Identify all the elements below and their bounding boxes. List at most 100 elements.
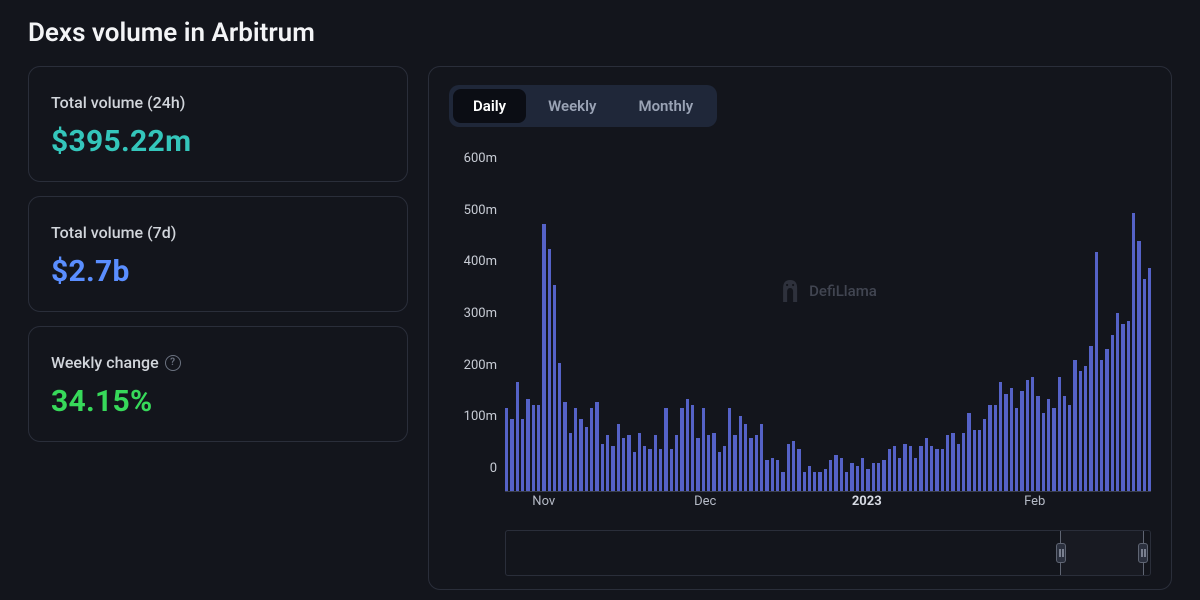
bar[interactable] [739,416,742,491]
bar[interactable] [760,424,763,491]
bar[interactable] [935,449,938,491]
bar[interactable] [903,444,906,491]
bar[interactable] [967,413,970,491]
bar[interactable] [1127,321,1130,491]
bar[interactable] [712,433,715,491]
bar[interactable] [1073,360,1076,491]
bar[interactable] [595,402,598,491]
bar[interactable] [845,472,848,491]
bar[interactable] [781,472,784,491]
bar[interactable] [601,444,604,491]
bar[interactable] [898,458,901,491]
bar[interactable] [638,433,641,491]
bar[interactable] [1015,408,1018,492]
bar[interactable] [877,463,880,491]
bar[interactable] [680,408,683,492]
bar[interactable] [999,382,1002,491]
bar[interactable] [574,408,577,492]
bar[interactable] [866,469,869,491]
bar[interactable] [648,449,651,491]
bar[interactable] [1036,396,1039,491]
bar[interactable] [553,285,556,491]
bar[interactable] [1010,388,1013,491]
bar[interactable] [521,419,524,491]
bar[interactable] [505,408,508,492]
bar[interactable] [818,472,821,491]
bar[interactable] [787,444,790,491]
bar[interactable] [856,466,859,491]
chart-plot[interactable]: DefiLlama [505,147,1151,492]
bar[interactable] [930,446,933,491]
bar[interactable] [888,449,891,491]
tab-monthly[interactable]: Monthly [618,89,713,123]
bar[interactable] [733,435,736,491]
bar[interactable] [686,399,689,491]
bar[interactable] [696,438,699,491]
bar[interactable] [941,449,944,491]
bar[interactable] [1089,346,1092,491]
bar[interactable] [909,446,912,491]
bar[interactable] [548,249,551,491]
bar[interactable] [1116,313,1119,491]
bar[interactable] [973,430,976,491]
brush-handle-right[interactable] [1138,543,1148,563]
bar[interactable] [654,435,657,491]
bar[interactable] [1026,380,1029,491]
bar[interactable] [1031,377,1034,491]
bar[interactable] [765,460,768,491]
bar[interactable] [516,382,519,491]
bar[interactable] [834,455,837,491]
bar[interactable] [808,466,811,491]
bar[interactable] [1095,252,1098,491]
bar[interactable] [946,435,949,491]
bar[interactable] [622,438,625,491]
bar[interactable] [627,435,630,491]
bar[interactable] [755,435,758,491]
bar[interactable] [962,433,965,491]
bar[interactable] [1058,377,1061,491]
bar[interactable] [1100,360,1103,491]
bar[interactable] [532,405,535,491]
bar[interactable] [670,449,673,491]
time-brush[interactable] [505,530,1151,576]
bar[interactable] [579,419,582,491]
bar[interactable] [749,438,752,491]
bar[interactable] [1143,279,1146,491]
bar[interactable] [988,405,991,491]
bar[interactable] [797,449,800,491]
bar[interactable] [718,452,721,491]
bar[interactable] [951,433,954,491]
bar[interactable] [850,463,853,491]
bar[interactable] [585,427,588,491]
bar[interactable] [1148,268,1151,491]
bar[interactable] [1132,213,1135,491]
bar[interactable] [776,460,779,491]
bar[interactable] [1042,413,1045,491]
bar[interactable] [728,408,731,492]
bar[interactable] [919,446,922,491]
bar[interactable] [771,458,774,491]
bar[interactable] [872,463,875,491]
tab-daily[interactable]: Daily [453,89,526,123]
brush-handle-left[interactable] [1056,543,1066,563]
bar[interactable] [707,435,710,491]
bar[interactable] [882,460,885,491]
bar[interactable] [824,469,827,491]
bar[interactable] [526,399,529,491]
bar[interactable] [978,430,981,491]
bar[interactable] [643,446,646,491]
bar[interactable] [659,449,662,491]
bar[interactable] [542,224,545,491]
bar[interactable] [840,458,843,491]
bar[interactable] [914,458,917,491]
bar[interactable] [803,472,806,491]
bar[interactable] [675,435,678,491]
bar[interactable] [1111,335,1114,491]
bar[interactable] [813,472,816,491]
bar[interactable] [994,405,997,491]
bar[interactable] [1084,366,1087,491]
bar[interactable] [537,405,540,491]
bar[interactable] [606,435,609,491]
bar[interactable] [1079,371,1082,491]
bar[interactable] [1047,399,1050,491]
